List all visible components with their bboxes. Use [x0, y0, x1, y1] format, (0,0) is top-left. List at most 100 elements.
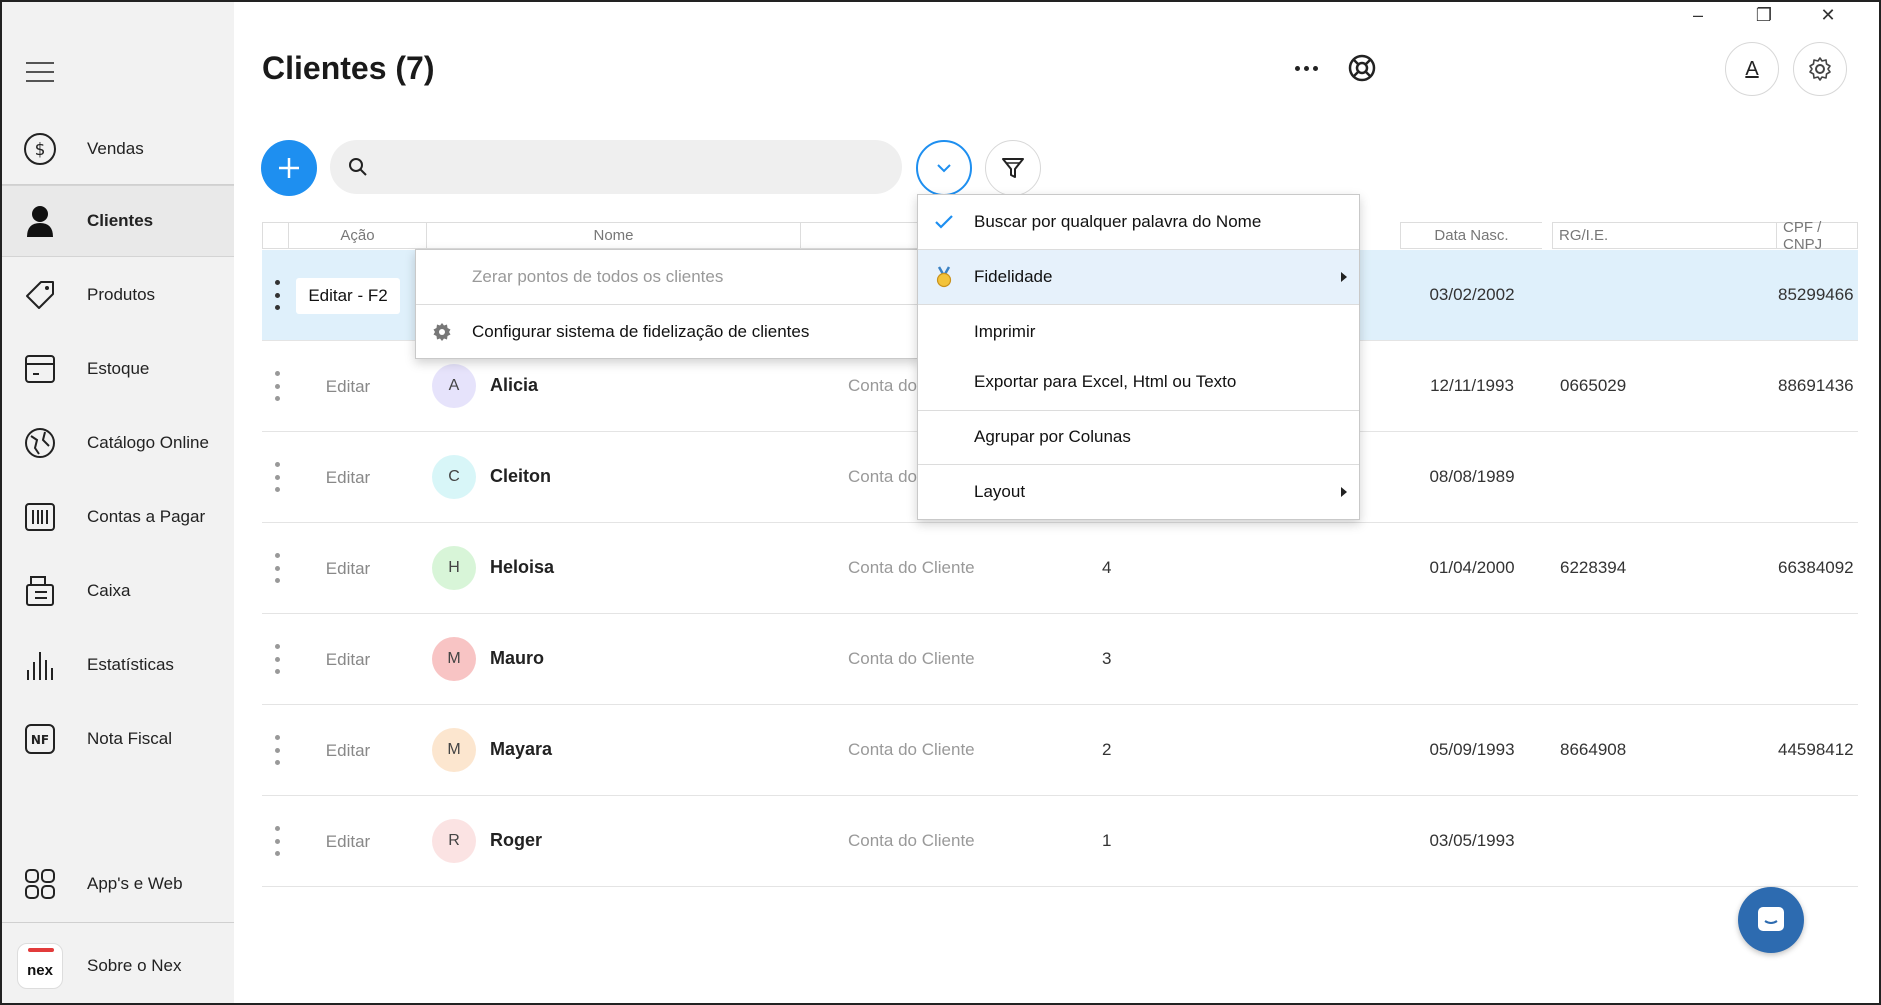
cell-count: 1	[1102, 831, 1112, 850]
sidebar-item-nota-fiscal[interactable]: NF Nota Fiscal	[2, 703, 234, 775]
cell-name: Alicia	[490, 375, 539, 395]
edit-button[interactable]: Editar - F2	[296, 278, 400, 314]
sidebar-item-caixa[interactable]: Caixa	[2, 555, 234, 627]
edit-button[interactable]: Editar	[296, 460, 400, 496]
sidebar-item-produtos[interactable]: Produtos	[2, 259, 234, 331]
cell-cpf: 66384092	[1778, 558, 1854, 577]
table-row[interactable]: Editar M Mayara Conta do Cliente 2 05/09…	[262, 705, 1858, 796]
sidebar: $ Vendas Clientes Produtos Estoque Catál…	[2, 2, 234, 1003]
add-client-button[interactable]	[261, 140, 317, 196]
cell-debit: Conta do Cliente	[848, 558, 975, 577]
submenu-arrow-icon	[1341, 272, 1347, 282]
sidebar-item-label: Produtos	[87, 285, 156, 304]
cell-name: Cleiton	[490, 466, 551, 486]
cell-name: Roger	[490, 830, 543, 850]
menu-item-configurar-fidelizacao[interactable]: Configurar sistema de fidelização de cli…	[416, 305, 919, 359]
cell-debit: Conta do Cliente	[848, 740, 975, 759]
row-menu-icon[interactable]	[274, 371, 280, 401]
sidebar-item-contas-a-pagar[interactable]: Contas a Pagar	[2, 481, 234, 553]
menu-item-buscar-qualquer-palavra[interactable]: Buscar por qualquer palavra do Nome	[918, 195, 1359, 249]
restore-button[interactable]: ❐	[1744, 2, 1784, 28]
menu-item-imprimir[interactable]: Imprimir	[918, 305, 1359, 359]
menu-item-label: Configurar sistema de fidelização de cli…	[472, 322, 810, 341]
settings-button[interactable]	[1793, 42, 1847, 96]
svg-text:NF: NF	[31, 733, 49, 747]
chevron-down-icon	[937, 164, 951, 173]
sidebar-item-sobre-nex[interactable]: nex Sobre o Nex	[2, 930, 234, 1002]
nf-icon: NF	[22, 721, 58, 757]
avatar: H	[432, 546, 476, 590]
avatar: C	[432, 455, 476, 499]
filter-button[interactable]	[985, 140, 1041, 196]
column-selector[interactable]	[262, 222, 288, 249]
minimize-button[interactable]: –	[1678, 2, 1718, 28]
cell-cpf: 88691436	[1778, 376, 1854, 395]
table-row[interactable]: Editar M Mauro Conta do Cliente 3	[262, 614, 1858, 705]
help-lifebuoy-icon[interactable]	[1346, 52, 1378, 84]
sidebar-item-estatisticas[interactable]: Estatísticas	[2, 629, 234, 701]
cell-debit: Conta do Cliente	[848, 831, 975, 850]
edit-button[interactable]: Editar	[296, 551, 400, 587]
column-header-data-nasc[interactable]: Data Nasc.	[1400, 222, 1542, 249]
cell-rg: 0665029	[1560, 376, 1627, 395]
edit-button[interactable]: Editar	[296, 642, 400, 678]
submenu-arrow-icon	[1341, 487, 1347, 497]
avatar: A	[432, 364, 476, 408]
sidebar-item-label: App's e Web	[87, 874, 183, 893]
more-options-icon[interactable]	[1290, 52, 1322, 84]
cell-count: 4	[1102, 558, 1112, 577]
font-size-button[interactable]: A	[1725, 42, 1779, 96]
menu-item-zerar-pontos[interactable]: Zerar pontos de todos os clientes	[416, 250, 919, 304]
search-input[interactable]	[378, 140, 878, 194]
sidebar-item-apps-web[interactable]: App's e Web	[2, 848, 234, 920]
barcode-icon	[22, 499, 58, 535]
menu-item-exportar[interactable]: Exportar para Excel, Html ou Texto	[918, 355, 1359, 409]
row-menu-icon[interactable]	[274, 826, 280, 856]
menu-item-layout[interactable]: Layout	[918, 465, 1359, 519]
chat-support-button[interactable]	[1738, 887, 1804, 953]
sidebar-item-catalogo[interactable]: Catálogo Online	[2, 407, 234, 479]
sidebar-item-label: Sobre o Nex	[87, 956, 182, 975]
menu-item-label: Zerar pontos de todos os clientes	[472, 267, 724, 286]
sidebar-item-clientes[interactable]: Clientes	[2, 185, 234, 257]
table-row[interactable]: Editar H Heloisa Conta do Cliente 4 01/0…	[262, 523, 1858, 614]
cell-name: Mauro	[490, 648, 544, 668]
column-header-nome[interactable]: Nome	[426, 222, 800, 249]
dollar-circle-icon: $	[22, 131, 58, 167]
row-menu-icon[interactable]	[274, 280, 280, 310]
sidebar-item-label: Vendas	[87, 139, 144, 158]
globe-icon	[22, 425, 58, 461]
nex-logo: nex	[16, 942, 64, 990]
hamburger-menu-icon[interactable]	[26, 62, 54, 84]
cell-count: 3	[1102, 649, 1112, 668]
gear-icon	[1809, 57, 1831, 81]
box-icon	[22, 351, 58, 387]
options-dropdown-button[interactable]	[916, 140, 972, 196]
row-menu-icon[interactable]	[274, 553, 280, 583]
row-menu-icon[interactable]	[274, 462, 280, 492]
row-menu-icon[interactable]	[274, 644, 280, 674]
table-row[interactable]: Editar R Roger Conta do Cliente 1 03/05/…	[262, 796, 1858, 887]
sidebar-item-label: Catálogo Online	[87, 433, 209, 452]
sidebar-item-vendas[interactable]: $ Vendas	[2, 113, 234, 185]
fidelity-submenu: Zerar pontos de todos os clientes Config…	[415, 249, 920, 359]
cell-rg: 6228394	[1560, 558, 1627, 577]
edit-button[interactable]: Editar	[296, 733, 400, 769]
cell-rg: 8664908	[1560, 740, 1627, 759]
edit-button[interactable]: Editar	[296, 369, 400, 405]
column-header-rg[interactable]: RG/I.E.	[1552, 222, 1778, 249]
sidebar-item-label: Caixa	[87, 581, 131, 600]
close-button[interactable]: ✕	[1808, 2, 1848, 28]
row-menu-icon[interactable]	[274, 735, 280, 765]
cell-count: 2	[1102, 740, 1112, 759]
menu-item-label: Exportar para Excel, Html ou Texto	[974, 372, 1237, 391]
search-icon	[349, 158, 367, 176]
column-header-cpf[interactable]: CPF / CNPJ	[1776, 219, 1858, 253]
cell-birth-date: 05/09/1993	[1429, 740, 1515, 759]
sidebar-item-estoque[interactable]: Estoque	[2, 333, 234, 405]
edit-button[interactable]: Editar	[296, 824, 400, 860]
column-header-acao[interactable]: Ação	[288, 222, 426, 249]
menu-item-fidelidade[interactable]: Fidelidade	[918, 250, 1359, 304]
cell-birth-date: 03/05/1993	[1429, 831, 1515, 850]
menu-item-agrupar-colunas[interactable]: Agrupar por Colunas	[918, 410, 1359, 464]
